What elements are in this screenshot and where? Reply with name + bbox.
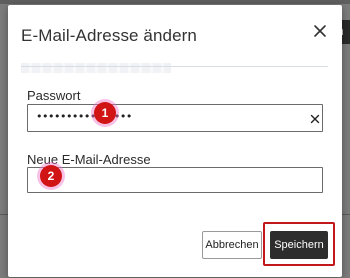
dialog-title: E-Mail-Adresse ändern	[21, 26, 197, 45]
new-email-label: Neue E-Mail-Adresse	[27, 152, 151, 167]
new-email-field[interactable]	[27, 167, 323, 193]
step-marker-2: 2	[40, 165, 62, 187]
clear-x-icon[interactable]	[309, 112, 321, 124]
cancel-button[interactable]: Abbrechen	[202, 231, 262, 259]
password-field[interactable]: ••••••••••••••••	[27, 104, 323, 132]
save-button[interactable]: Speichern	[270, 231, 328, 259]
title-divider	[21, 66, 328, 67]
close-icon[interactable]	[312, 23, 328, 39]
password-value: ••••••••••••••••	[36, 110, 132, 123]
password-label: Passwort	[27, 88, 81, 103]
background-divider-right	[342, 214, 350, 215]
background-top-strip	[0, 0, 350, 4]
faded-subtitle	[21, 63, 171, 73]
background-divider-left	[0, 214, 8, 215]
change-email-dialog: E-Mail-Adresse ändern Passwort •••••••••…	[8, 5, 342, 277]
step-marker-1: 1	[94, 102, 116, 124]
